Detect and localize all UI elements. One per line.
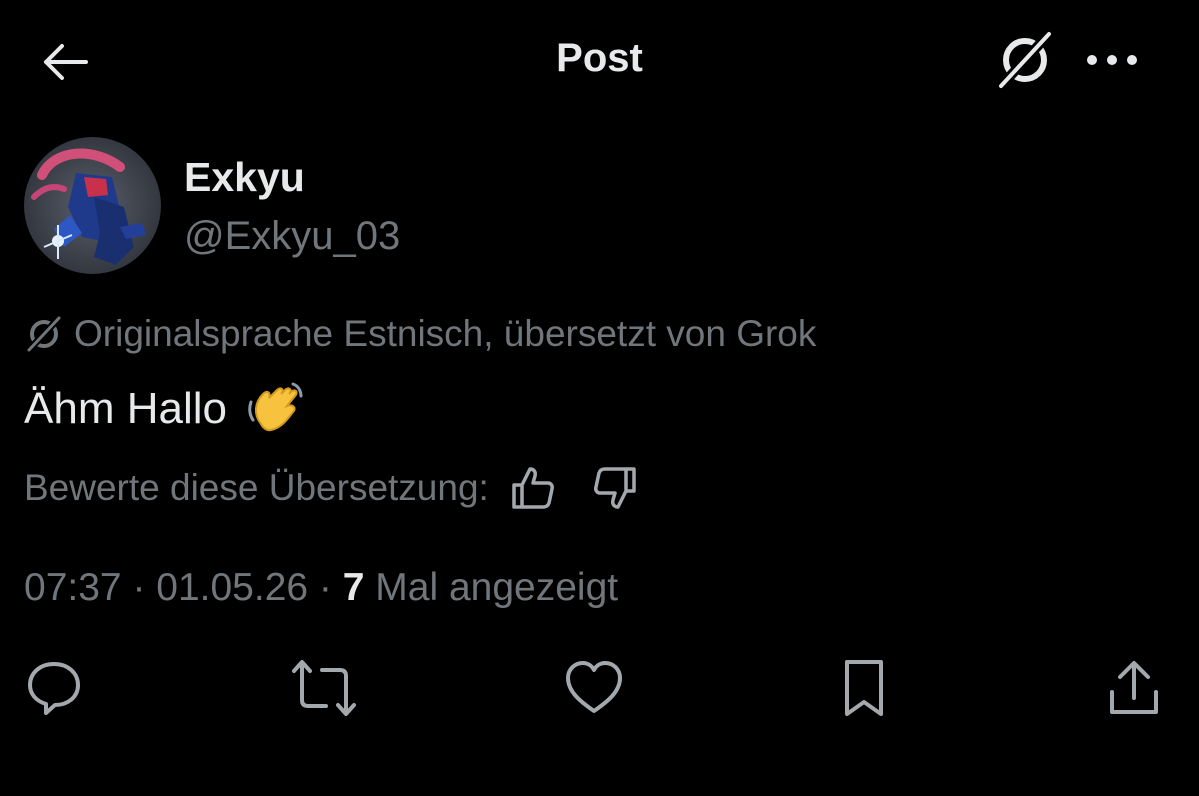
reply-button[interactable] — [22, 656, 86, 720]
share-icon — [1110, 661, 1158, 714]
meta-separator: · — [121, 566, 157, 609]
like-button[interactable] — [562, 656, 626, 720]
header: Post — [0, 0, 1199, 120]
thumbs-down-button[interactable] — [589, 462, 641, 514]
avatar[interactable] — [24, 137, 161, 274]
thumbs-up-button[interactable] — [507, 462, 559, 514]
thumbs-down-icon — [593, 467, 636, 509]
waving-hand-emoji — [243, 378, 305, 440]
more-button[interactable] — [1080, 38, 1144, 82]
thumbs-up-icon — [512, 467, 554, 509]
tweet-time[interactable]: 07:37 — [24, 566, 122, 610]
repost-icon — [292, 660, 356, 716]
rating-label: Bewerte diese Übersetzung: — [24, 467, 489, 508]
more-horizontal-icon — [1087, 55, 1137, 65]
translation-note-text: Originalsprache Estnisch, übersetzt von … — [74, 313, 817, 354]
bookmark-icon — [845, 660, 883, 716]
tweet-meta: 07:37 · 01.05.26 · 7 Mal angezeigt — [24, 566, 618, 610]
translation-note: Originalsprache Estnisch, übersetzt von … — [24, 313, 816, 355]
share-button[interactable] — [1102, 656, 1166, 720]
heart-icon — [566, 661, 622, 713]
views-label: Mal angezeigt — [364, 566, 619, 609]
tweet-text-content: Ähm Hallo — [24, 384, 227, 433]
translation-rating: Bewerte diese Übersetzung: — [24, 462, 641, 514]
user-handle[interactable]: @Exkyu_03 — [184, 214, 400, 259]
grok-button[interactable] — [990, 28, 1060, 92]
views-count: 7 — [342, 566, 365, 609]
meta-separator: · — [308, 566, 343, 609]
reply-icon — [28, 662, 80, 715]
avatar-image — [24, 137, 161, 274]
display-name[interactable]: Exkyu — [184, 154, 305, 201]
bookmark-button[interactable] — [832, 656, 896, 720]
grok-icon — [997, 30, 1053, 90]
tweet-text: Ähm Hallo — [24, 378, 305, 440]
post-page: Post Exkyu @Exkyu_03 Originalsprache Est… — [0, 0, 1199, 796]
repost-button[interactable] — [292, 656, 356, 720]
tweet-date[interactable]: 01.05.26 — [156, 566, 308, 610]
grok-icon — [24, 313, 66, 355]
